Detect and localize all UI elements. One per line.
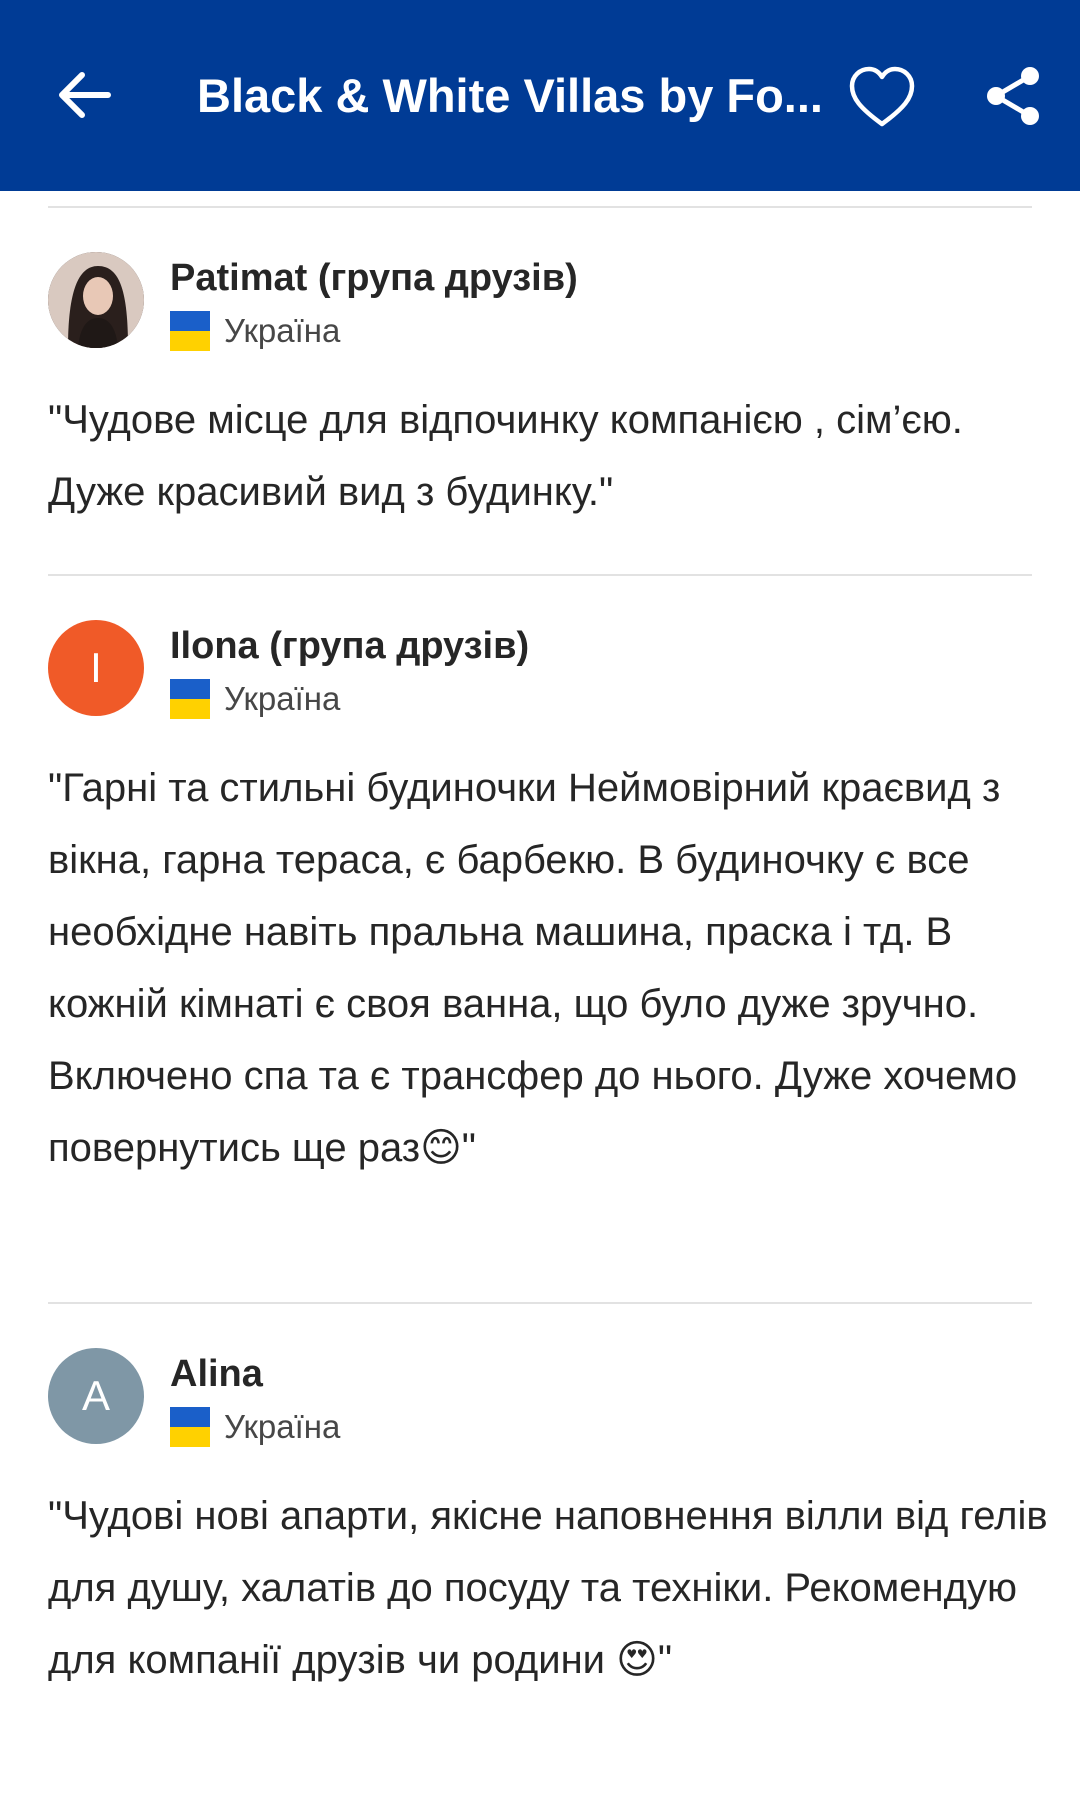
avatar-letter: A (81, 1372, 110, 1419)
share-button[interactable] (982, 64, 1046, 128)
reviewer-country: Україна (170, 1406, 340, 1448)
property-title: Black & White Villas by Fo... (197, 69, 823, 122)
heart-outline-icon (849, 66, 915, 127)
reviewer-name: Ilona (група друзів) (170, 625, 530, 667)
country-label: Україна (224, 680, 341, 717)
reviewer-country: Україна (170, 310, 340, 352)
favorite-button[interactable] (846, 62, 918, 134)
reviewer-country: Україна (170, 678, 340, 720)
user-photo-icon (48, 252, 144, 348)
reviewer-name: Patimat (група друзів) (170, 257, 578, 299)
reviewer-name: Alina (170, 1353, 263, 1395)
avatar[interactable]: A (48, 1348, 144, 1444)
review-text: "Чудове місце для відпочинку компанією ,… (48, 398, 963, 514)
app-screen: Black & White Villas by Fo... Patimat (г… (0, 0, 1080, 1817)
review-card: I Ilona (група друзів) Україна "Гарні та… (0, 576, 1080, 1302)
review-card: Patimat (група друзів) Україна "Чудове м… (0, 208, 1080, 574)
review-text: "Гарні та стильні будиночки Неймовірний … (48, 766, 1018, 1170)
ukraine-flag-icon (170, 1407, 210, 1447)
country-label: Україна (224, 312, 341, 349)
country-label: Україна (224, 1408, 341, 1445)
avatar-letter: I (90, 644, 102, 691)
top-app-bar: Black & White Villas by Fo... (0, 0, 1080, 191)
back-button[interactable] (50, 60, 120, 130)
avatar[interactable]: I (48, 620, 144, 716)
ukraine-flag-icon (170, 679, 210, 719)
avatar[interactable] (48, 252, 144, 348)
share-icon (987, 67, 1039, 125)
ukraine-flag-icon (170, 311, 210, 351)
review-card: A Alina Україна "Чудові нові апарти, які… (0, 1304, 1080, 1817)
review-text: "Чудові нові апарти, якісне наповнення в… (48, 1494, 1048, 1682)
arrow-left-icon (59, 72, 111, 118)
